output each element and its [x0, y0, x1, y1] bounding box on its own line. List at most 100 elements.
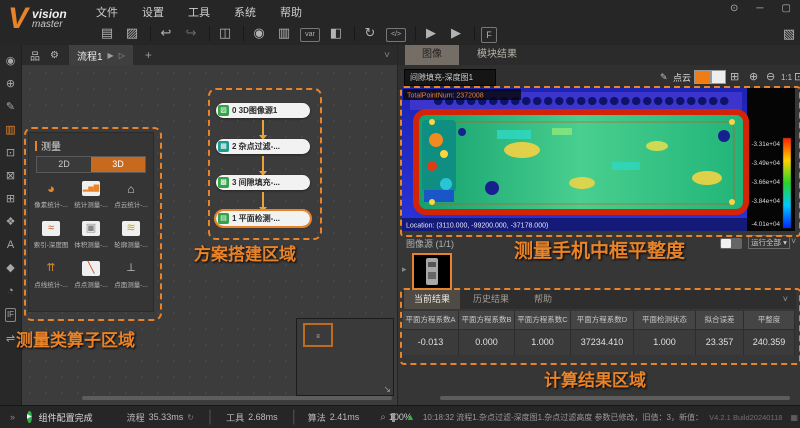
- measurement-icon[interactable]: ▥: [5, 124, 15, 136]
- image-processing-icon[interactable]: ✎: [6, 101, 15, 113]
- results-chevron-icon[interactable]: ˅: [783, 290, 788, 309]
- pointcloud-label: 点云: [673, 71, 691, 84]
- pointcloud-image-view[interactable]: Location: (3110.000, -99200.000, -37178.…: [402, 88, 795, 231]
- one-to-one-icon[interactable]: 1:1: [781, 71, 792, 85]
- flow-node-plane-detect[interactable]: ▤ 1 平面检测-...: [216, 211, 310, 226]
- resize-handle-icon[interactable]: ↘: [383, 384, 391, 395]
- zoom-in-icon[interactable]: ⊕: [749, 70, 758, 84]
- zoom-slider-handle[interactable]: [392, 413, 395, 422]
- tab-image[interactable]: 图像: [405, 45, 459, 65]
- tab-history-result[interactable]: 历史结果: [460, 290, 522, 309]
- thumbnail-expander-icon[interactable]: ▸: [402, 264, 407, 275]
- left-tool-rail: ◉ ⊕ ✎ ▥ ⊡ ⊠ ⊞ ❖ A ◆ ◔ IF ⇌: [0, 45, 22, 405]
- pointcloud-color-swatch-white[interactable]: [711, 70, 726, 84]
- tab-3d[interactable]: 3D: [91, 157, 145, 172]
- total-points-overlay: TotalPointNum: 2372008: [407, 93, 484, 100]
- deep-learning-icon[interactable]: ⊠: [6, 170, 15, 182]
- flow-connector-arrow: [262, 192, 264, 207]
- tab-help[interactable]: 帮助: [522, 290, 564, 309]
- fit-view-icon[interactable]: ⊞: [730, 70, 739, 84]
- operator-pointline-stats[interactable]: ⇈ 点线统计-...: [31, 261, 71, 289]
- script-icon[interactable]: </>: [386, 28, 406, 42]
- collapse-rail-icon[interactable]: »: [10, 412, 15, 422]
- run-continuous-icon[interactable]: ▶: [447, 23, 465, 43]
- operator-stat-measure[interactable]: ▂▅▇ 统计测量-...: [71, 181, 111, 209]
- performance-icon[interactable]: ⊙: [730, 3, 738, 14]
- run-flow-continuous-icon[interactable]: ▷: [119, 51, 125, 60]
- location-icon[interactable]: ⊕: [6, 78, 15, 90]
- open-icon[interactable]: ▨: [123, 23, 141, 43]
- color-icon[interactable]: ◆: [6, 262, 14, 274]
- tab-flow1[interactable]: 流程1 ▶ ▷: [69, 45, 133, 65]
- logic-if-icon[interactable]: IF: [5, 308, 16, 322]
- toggle-knob: [721, 239, 731, 248]
- results-table-row[interactable]: -0.013 0.000 1.000 37234.410 1.000 23.35…: [403, 329, 795, 355]
- colorbar-label: -4.01e+04: [751, 221, 780, 228]
- flow-strip-chevron-icon[interactable]: ˅: [384, 50, 390, 61]
- cell-detect-status: 1.000: [634, 330, 696, 355]
- acquisition-icon[interactable]: ◉: [6, 55, 16, 67]
- flow-node-noise-filter[interactable]: ▦ 2 杂点过滤-...: [216, 139, 310, 154]
- front-end-icon[interactable]: F: [481, 27, 497, 43]
- save-icon[interactable]: ▤: [98, 23, 116, 43]
- io-icon[interactable]: ▥: [275, 23, 293, 43]
- menu-settings[interactable]: 设置: [142, 4, 164, 20]
- flow-node-gap-fill[interactable]: ▩ 3 间隙填充-...: [216, 175, 310, 190]
- pointcloud-color-swatch-orange[interactable]: [694, 70, 711, 84]
- run-toggle[interactable]: [720, 238, 742, 249]
- module-icon[interactable]: ◧: [327, 23, 345, 43]
- layout-icon[interactable]: ◫: [216, 23, 234, 43]
- add-flow-button[interactable]: +: [145, 48, 152, 62]
- window-controls: ⊙ ─ ▢ ✕: [712, 3, 800, 14]
- operator-profile-measure[interactable]: ≋ 轮廓测量-...: [111, 221, 151, 249]
- tab-current-result[interactable]: 当前结果: [404, 290, 460, 309]
- flow-minimap[interactable]: ≡ ↘: [296, 318, 394, 396]
- canvas-hscrollbar[interactable]: [82, 396, 392, 400]
- operator-pixel-stats[interactable]: ◕ 像素统计-...: [31, 181, 71, 209]
- menu-file[interactable]: 文件: [96, 4, 118, 20]
- variables-icon[interactable]: var: [300, 28, 320, 42]
- image-generation-icon[interactable]: ❖: [6, 216, 16, 228]
- run-scope-dropdown[interactable]: 运行全部 ▾: [748, 235, 790, 249]
- image-thumbnail[interactable]: [412, 253, 452, 290]
- minimize-icon[interactable]: ─: [756, 3, 763, 14]
- right-panel-hscrollbar[interactable]: [440, 396, 790, 400]
- undo-icon[interactable]: ↩: [157, 23, 175, 43]
- cell-fit-error: 23.357: [696, 330, 744, 355]
- ocr-icon[interactable]: A: [7, 239, 14, 251]
- restore-icon[interactable]: ▢: [781, 3, 790, 14]
- tab-2d[interactable]: 2D: [37, 157, 91, 172]
- tab-module-result[interactable]: 模块结果: [459, 45, 535, 65]
- minimap-viewport[interactable]: ≡: [303, 323, 333, 347]
- run-once-icon[interactable]: ▶: [422, 23, 440, 43]
- log-panel-icon[interactable]: ▦: [790, 413, 798, 422]
- magnifier-icon[interactable]: ⌕: [380, 412, 386, 423]
- operator-index-depthmap[interactable]: ≈ 索引-深度图: [31, 221, 71, 249]
- pencil-icon[interactable]: ✎: [660, 70, 668, 84]
- global-refresh-icon[interactable]: ↻: [361, 23, 379, 43]
- source-row-chevron-icon[interactable]: ˅: [791, 236, 796, 246]
- image-source-dropdown[interactable]: 间隙填充-深度图1: [404, 69, 496, 86]
- run-flow-icon[interactable]: ▶: [108, 51, 114, 60]
- menu-help[interactable]: 帮助: [280, 4, 302, 20]
- wrench-icon[interactable]: ⚙: [50, 50, 59, 61]
- camera-icon[interactable]: ◉: [250, 23, 268, 43]
- open-image-folder-icon[interactable]: ▧: [780, 24, 798, 44]
- menu-tools[interactable]: 工具: [188, 4, 210, 20]
- defect-icon[interactable]: ◔: [7, 285, 14, 297]
- zoom-out-icon[interactable]: ⊖: [766, 70, 775, 84]
- menu-system[interactable]: 系统: [234, 4, 256, 20]
- recognition-icon[interactable]: ⊡: [6, 147, 15, 159]
- capture-icon[interactable]: ⊡: [794, 70, 800, 84]
- calculation-icon[interactable]: ⊞: [6, 193, 15, 205]
- operator-volume-measure[interactable]: ▣ 体积测量-...: [71, 221, 111, 249]
- flow-structure-icon[interactable]: 品: [30, 48, 40, 63]
- measure-operator-panel: 测量 2D 3D ◕ 像素统计-... ▂▅▇ 统计测量-... ⌂ 点云统计-…: [28, 132, 154, 312]
- refresh-time-icon[interactable]: ↻: [187, 413, 194, 422]
- calibration-icon[interactable]: ⇌: [6, 333, 15, 345]
- redo-icon[interactable]: ↪: [182, 23, 200, 43]
- operator-point-plane[interactable]: ⊥ 点面测量-...: [111, 261, 151, 289]
- operator-point-point[interactable]: ╲ 点点测量-...: [71, 261, 111, 289]
- flow-node-image-source[interactable]: ▨ 0 3D图像源1: [216, 103, 310, 118]
- operator-pointcloud-stats[interactable]: ⌂ 点云统计-...: [111, 181, 151, 209]
